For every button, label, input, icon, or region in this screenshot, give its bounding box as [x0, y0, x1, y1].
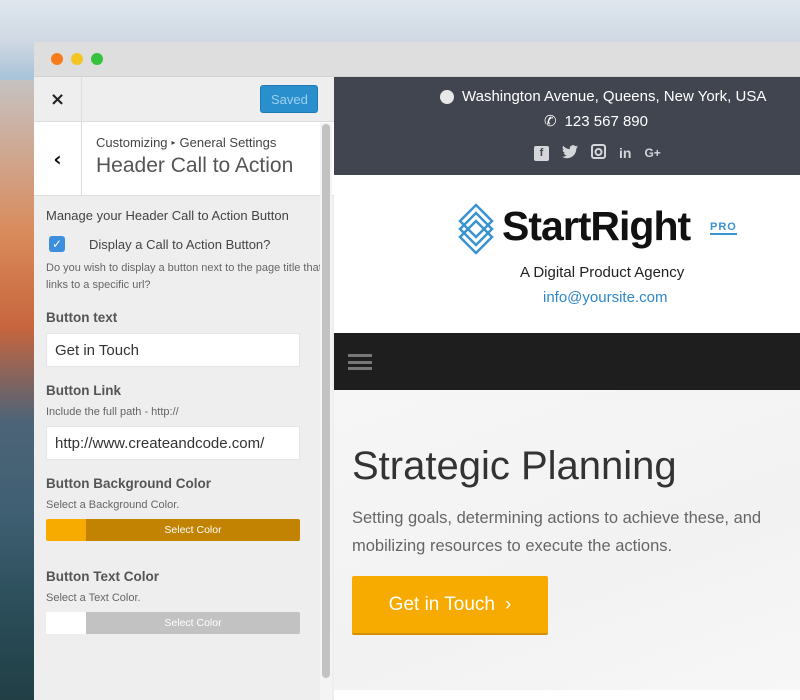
cta-label: Get in Touch — [388, 593, 495, 615]
button-bg-color-description: Select a Background Color. — [46, 499, 180, 511]
close-customizer-button[interactable]: × — [34, 77, 82, 122]
phone-text: 123 567 890 — [564, 112, 648, 130]
button-bg-color-picker[interactable]: Select Color — [46, 519, 300, 541]
social-links: f in G+ — [534, 144, 661, 162]
button-text-title: Button text — [46, 310, 118, 325]
facebook-icon[interactable]: f — [534, 145, 549, 161]
customizer-topbar: × Saved — [34, 77, 334, 122]
checkmark-icon: ✓ — [51, 237, 63, 251]
display-cta-label: Display a Call to Action Button? — [89, 236, 271, 252]
bg-color-swatch[interactable] — [46, 519, 86, 541]
customizer-sidebar: × Saved ‹ Customizing ▸ General Settings… — [34, 77, 334, 700]
phone-line: ✆ 123 567 890 — [544, 112, 648, 131]
get-in-touch-button[interactable]: Get in Touch › — [352, 576, 548, 635]
button-link-description: Include the full path - http:// — [46, 406, 179, 418]
bg-select-color-button[interactable]: Select Color — [86, 519, 300, 541]
caret-right-icon: ▸ — [171, 138, 176, 147]
button-text-color-description: Select a Text Color. — [46, 592, 141, 604]
breadcrumb: Customizing ▸ General Settings — [96, 135, 293, 150]
hero-section: Strategic Planning Setting goals, determ… — [334, 390, 800, 690]
site-logo-text[interactable]: StartRight — [502, 203, 691, 250]
back-button[interactable]: ‹ — [34, 122, 82, 195]
breadcrumb-parent: General Settings — [179, 135, 277, 150]
site-tagline: A Digital Product Agency — [520, 264, 685, 281]
site-topbar: Washington Avenue, Queens, New York, USA… — [334, 77, 800, 175]
globe-icon — [440, 89, 454, 104]
window-titlebar — [34, 42, 800, 77]
text-color-swatch[interactable] — [46, 612, 86, 634]
controls-panel: Manage your Header Call to Action Button… — [34, 196, 334, 634]
pro-badge: PRO — [710, 221, 737, 235]
manage-title: Manage your Header Call to Action Button — [46, 208, 289, 223]
twitter-icon[interactable] — [562, 144, 578, 162]
button-text-color-picker[interactable]: Select Color — [46, 612, 300, 634]
breadcrumb-root: Customizing — [96, 135, 168, 150]
address-text: Washington Avenue, Queens, New York, USA — [462, 88, 767, 105]
button-text-input[interactable]: Get in Touch — [46, 333, 300, 367]
site-navbar — [334, 333, 800, 390]
linkedin-icon[interactable]: in — [619, 145, 631, 161]
display-cta-checkbox[interactable]: ✓ — [49, 236, 65, 252]
button-bg-color-title: Button Background Color — [46, 476, 211, 491]
display-cta-description: Do you wish to display a button next to … — [46, 262, 322, 291]
browser-window: × Saved ‹ Customizing ▸ General Settings… — [34, 42, 800, 700]
google-plus-icon[interactable]: G+ — [644, 146, 660, 160]
phone-icon: ✆ — [544, 113, 557, 130]
chevron-left-icon: ‹ — [53, 146, 62, 171]
hamburger-menu-icon[interactable] — [348, 354, 372, 370]
section-header: ‹ Customizing ▸ General Settings Header … — [34, 122, 334, 196]
text-select-color-button[interactable]: Select Color — [86, 612, 300, 634]
instagram-icon[interactable] — [591, 144, 606, 162]
saved-button[interactable]: Saved — [260, 85, 318, 113]
chevron-right-icon: › — [505, 593, 512, 615]
hero-text: Setting goals, determining actions to ac… — [352, 509, 762, 555]
window-close-button[interactable] — [51, 53, 63, 65]
section-divider — [334, 690, 800, 700]
site-email-link[interactable]: info@yoursite.com — [543, 289, 667, 306]
logo-icon — [458, 203, 494, 255]
button-link-title: Button Link — [46, 383, 121, 398]
address-line: Washington Avenue, Queens, New York, USA — [440, 88, 766, 105]
site-branding: StartRight PRO A Digital Product Agency … — [334, 175, 800, 333]
button-link-input[interactable]: http://www.createandcode.com/ — [46, 426, 300, 460]
section-title: Header Call to Action — [96, 154, 294, 177]
window-minimize-button[interactable] — [71, 53, 83, 65]
sidebar-scrollbar-thumb[interactable] — [322, 124, 330, 678]
button-text-color-title: Button Text Color — [46, 569, 159, 584]
window-maximize-button[interactable] — [91, 53, 103, 65]
display-cta-row: ✓ Display a Call to Action Button? — [46, 236, 322, 252]
hero-title: Strategic Planning — [352, 444, 677, 488]
close-icon: × — [49, 89, 66, 110]
site-preview: Washington Avenue, Queens, New York, USA… — [334, 77, 800, 700]
